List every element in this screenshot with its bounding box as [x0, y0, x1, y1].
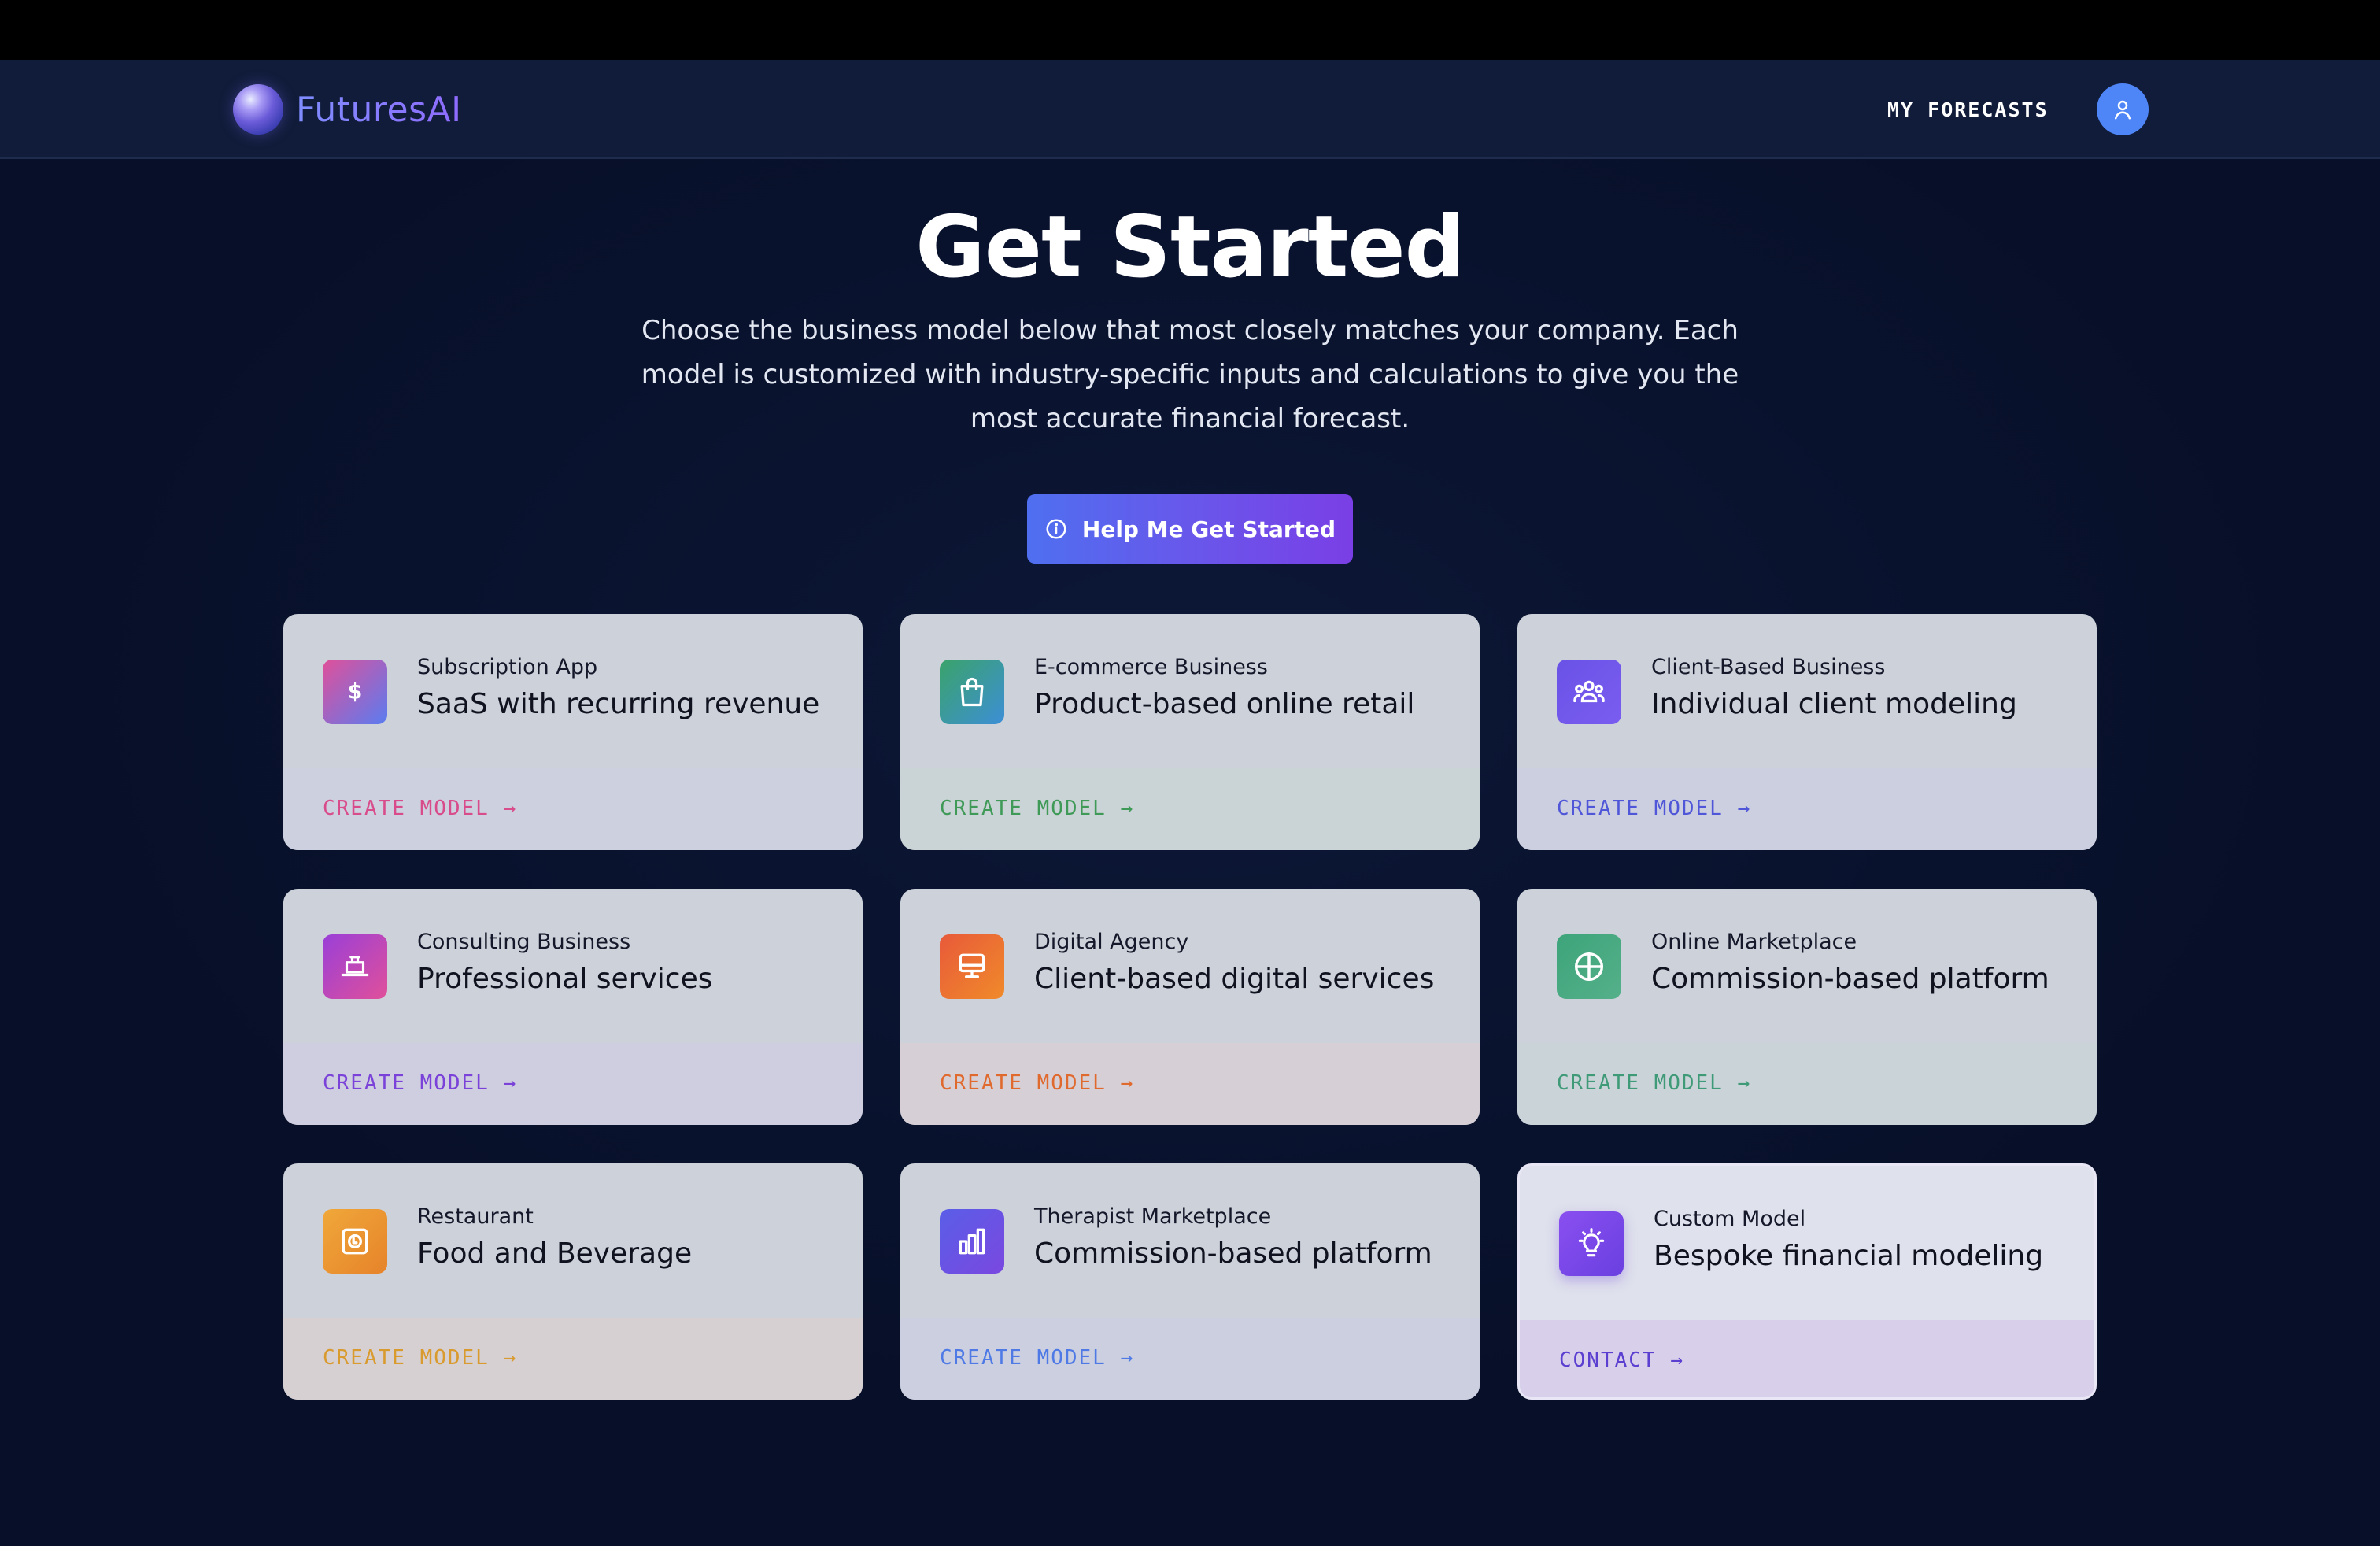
- contact-link[interactable]: CONTACT →: [1559, 1348, 1684, 1372]
- card-title: Client-based digital services: [1034, 963, 1435, 995]
- user-icon: [2115, 100, 2131, 120]
- card-title: Bespoke financial modeling: [1654, 1240, 2044, 1272]
- system-top-bar: [0, 0, 2380, 60]
- model-card-digital-agency[interactable]: Digital Agency Client-based digital serv…: [900, 889, 1480, 1125]
- model-card-restaurant[interactable]: Restaurant Food and Beverage CREATE MODE…: [283, 1163, 863, 1400]
- card-title: Commission-based platform: [1034, 1237, 1432, 1270]
- create-model-link[interactable]: CREATE MODEL →: [323, 797, 517, 820]
- card-footer: CREATE MODEL →: [1517, 768, 2097, 850]
- card-title: SaaS with recurring revenue: [417, 688, 820, 720]
- model-card-client-based[interactable]: Client-Based Business Individual client …: [1517, 614, 2097, 850]
- page-subtitle: Choose the business model below that mos…: [641, 315, 1739, 435]
- card-header: Digital Agency Client-based digital serv…: [900, 889, 1480, 1043]
- globe-icon: [1574, 952, 1604, 982]
- card-footer: CREATE MODEL →: [283, 1043, 863, 1125]
- model-card-custom[interactable]: Custom Model Bespoke financial modeling …: [1517, 1163, 2097, 1400]
- card-icon-box: [1557, 934, 1621, 999]
- model-card-therapist-marketplace[interactable]: Therapist Marketplace Commission-based p…: [900, 1163, 1480, 1400]
- my-forecasts-link[interactable]: MY FORECASTS: [1887, 94, 2049, 126]
- users-icon: [1573, 680, 1605, 703]
- card-footer: CREATE MODEL →: [1517, 1043, 2097, 1125]
- monitor-icon: [959, 953, 985, 978]
- card-title: Individual client modeling: [1651, 688, 2017, 720]
- card-icon-box: [323, 934, 387, 999]
- create-model-link[interactable]: CREATE MODEL →: [1557, 797, 1751, 820]
- create-model-link[interactable]: CREATE MODEL →: [940, 1346, 1134, 1370]
- card-footer: CREATE MODEL →: [900, 1043, 1480, 1125]
- card-header: Custom Model Bespoke financial modeling: [1520, 1166, 2094, 1320]
- card-icon-box: [940, 1209, 1004, 1274]
- info-icon: [1046, 519, 1066, 539]
- card-category: E-commerce Business: [1034, 655, 1268, 679]
- card-category: Client-Based Business: [1651, 655, 1886, 679]
- card-category: Subscription App: [417, 655, 598, 679]
- dollar-icon: $: [348, 679, 363, 704]
- create-model-link[interactable]: CREATE MODEL →: [1557, 1071, 1751, 1095]
- shopping-bag-icon: [960, 677, 984, 707]
- page-title: Get Started: [915, 198, 1465, 297]
- plate-icon: [342, 1228, 368, 1255]
- card-icon-box: [1557, 660, 1621, 724]
- card-header: Consulting Business Professional service…: [283, 889, 863, 1043]
- user-avatar-button[interactable]: [2097, 83, 2149, 135]
- briefcase-icon: [341, 956, 369, 977]
- brand-logo-link[interactable]: FuturesAI: [233, 82, 462, 137]
- card-footer: CREATE MODEL →: [283, 768, 863, 850]
- svg-text:$: $: [348, 679, 363, 704]
- help-me-get-started-button[interactable]: Help Me Get Started: [1027, 494, 1353, 564]
- top-navbar: FuturesAI MY FORECASTS: [0, 60, 2380, 159]
- card-title: Product-based online retail: [1034, 688, 1415, 720]
- create-model-link[interactable]: CREATE MODEL →: [323, 1071, 517, 1095]
- card-category: Restaurant: [417, 1204, 534, 1229]
- card-footer: CREATE MODEL →: [900, 1318, 1480, 1400]
- brand-name: FuturesAI: [296, 89, 462, 130]
- card-category: Therapist Marketplace: [1034, 1204, 1272, 1229]
- card-category: Consulting Business: [417, 930, 631, 954]
- card-header: Restaurant Food and Beverage: [283, 1163, 863, 1318]
- bar-chart-icon: [959, 1228, 985, 1255]
- help-button-label: Help Me Get Started: [1081, 516, 1336, 542]
- card-icon-box: [1559, 1211, 1624, 1276]
- model-card-ecommerce[interactable]: E-commerce Business Product-based online…: [900, 614, 1480, 850]
- lightbulb-icon: [1578, 1228, 1605, 1257]
- card-category: Online Marketplace: [1651, 930, 1857, 954]
- card-category: Digital Agency: [1034, 930, 1189, 954]
- model-card-consulting[interactable]: Consulting Business Professional service…: [283, 889, 863, 1125]
- card-footer: CREATE MODEL →: [900, 768, 1480, 850]
- create-model-link[interactable]: CREATE MODEL →: [940, 797, 1134, 820]
- card-icon-box: [940, 934, 1004, 999]
- model-card-online-marketplace[interactable]: Online Marketplace Commission-based plat…: [1517, 889, 2097, 1125]
- create-model-link[interactable]: CREATE MODEL →: [323, 1346, 517, 1370]
- card-icon-box: $: [323, 660, 387, 724]
- logo-orb-icon: [233, 84, 283, 135]
- card-title: Commission-based platform: [1651, 963, 2049, 995]
- card-header: Therapist Marketplace Commission-based p…: [900, 1163, 1480, 1318]
- card-icon-box: [323, 1209, 387, 1274]
- card-category: Custom Model: [1654, 1207, 1806, 1231]
- card-icon-box: [940, 660, 1004, 724]
- card-header: Client-Based Business Individual client …: [1517, 614, 2097, 768]
- card-footer: CONTACT →: [1520, 1320, 2094, 1397]
- card-title: Food and Beverage: [417, 1237, 693, 1270]
- create-model-link[interactable]: CREATE MODEL →: [940, 1071, 1134, 1095]
- card-header: $ Subscription App SaaS with recurring r…: [283, 614, 863, 768]
- card-footer: CREATE MODEL →: [283, 1318, 863, 1400]
- model-card-subscription-app[interactable]: $ Subscription App SaaS with recurring r…: [283, 614, 863, 850]
- card-header: E-commerce Business Product-based online…: [900, 614, 1480, 768]
- card-header: Online Marketplace Commission-based plat…: [1517, 889, 2097, 1043]
- card-title: Professional services: [417, 963, 713, 995]
